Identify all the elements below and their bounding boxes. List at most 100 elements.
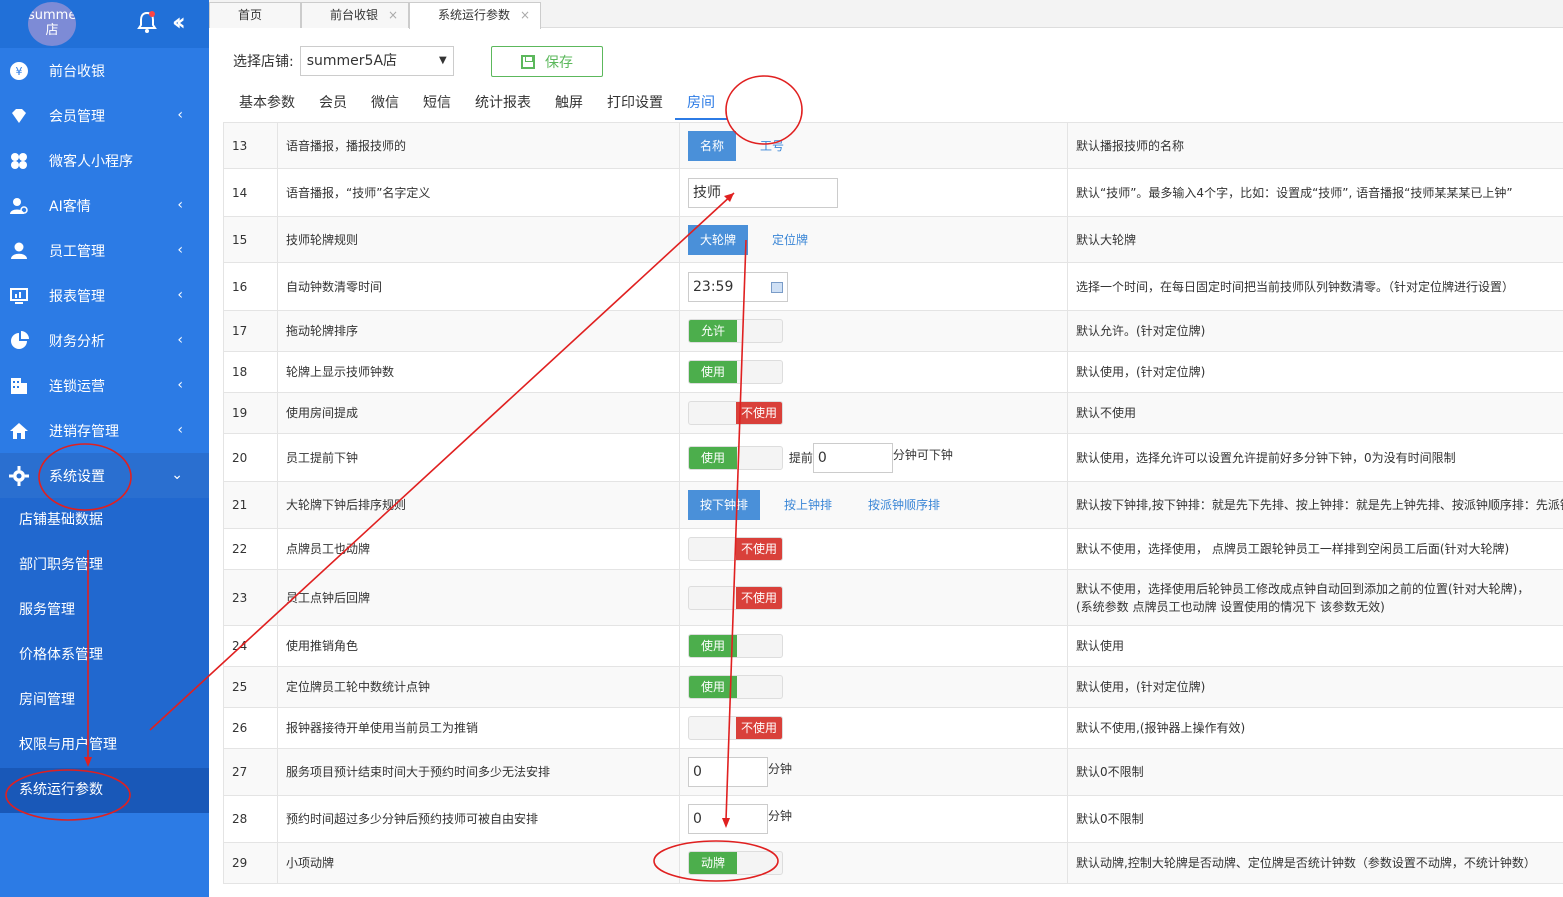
option-button[interactable]: 按派钟顺序排	[858, 496, 950, 514]
row-control: 23:59	[679, 262, 1068, 311]
subtab-5[interactable]: 统计报表	[463, 90, 543, 120]
row-description-cell: 默认允许。(针对定位牌)	[1067, 310, 1563, 352]
submenu-item-3[interactable]: 服务管理	[0, 588, 209, 633]
table-row: 20 员工提前下钟 使用 提前 0 分钟可下钟 默认使用，选择允许可以设置允许提前好多分钟…	[223, 433, 1563, 482]
minutes-input[interactable]: 0	[688, 804, 768, 834]
submenu-item-1[interactable]: 店铺基础数据	[0, 498, 209, 543]
sidebar-item-label: 连锁运营	[49, 378, 105, 395]
sidebar-item-7[interactable]: 财务分析 ‹	[0, 318, 209, 363]
sidebar-item-label: AI客情	[49, 198, 91, 215]
store-select[interactable]: summer5A店 ▼	[299, 46, 454, 76]
submenu-item-2[interactable]: 部门职务管理	[0, 543, 209, 588]
close-icon[interactable]: ×	[520, 3, 530, 27]
row-control: 0 分钟	[679, 795, 1068, 843]
row-description: 默认允许。(针对定位牌)	[1076, 324, 1206, 338]
subtab-2[interactable]: 会员	[307, 90, 359, 120]
sidebar-item-3[interactable]: 微客人小程序	[0, 138, 209, 183]
row-description: 默认动牌,控制大轮牌是否动牌、定位牌是否统计钟数（参数设置不动牌，不统计钟数）	[1076, 856, 1536, 870]
chevron-icon: ‹	[177, 197, 183, 213]
row-name: 员工提前下钟	[277, 433, 680, 482]
toggle-switch[interactable]: 使用	[688, 360, 783, 384]
subtab-6[interactable]: 触屏	[543, 90, 595, 120]
minutes-input[interactable]: 0	[688, 757, 768, 787]
row-description: 默认不使用，选择使用， 点牌员工跟轮钟员工一样排到空闲员工后面(针对大轮牌)	[1076, 542, 1510, 556]
option-button-selected[interactable]: 大轮牌	[688, 224, 749, 255]
toggle-switch[interactable]: 使用	[688, 634, 783, 658]
toggle-switch[interactable]: 不使用	[688, 585, 783, 610]
toggle-switch[interactable]: 使用	[688, 445, 783, 470]
row-number: 24	[223, 625, 278, 667]
option-button[interactable]: 按上钟排	[774, 496, 842, 514]
row-description-cell: 默认“技师”。最多输入4个字，比如：设置成“技师”, 语音播报“技师某某某已上钟…	[1067, 168, 1563, 217]
save-label: 保存	[545, 54, 573, 71]
submenu-item-7[interactable]: 系统运行参数	[0, 768, 209, 813]
option-button[interactable]: 工号	[750, 137, 794, 155]
sidebar: summer5A店 ‹‹ ¥前台收银会员管理‹ 微客人小程序 AI客情 ‹ 员工管理‹报…	[0, 0, 209, 897]
submenu-item-4[interactable]: 价格体系管理	[0, 633, 209, 678]
row-control: 使用	[679, 625, 1068, 667]
table-row: 17 拖动轮牌排序 允许 默认允许。(针对定位牌)	[223, 310, 1563, 352]
sidebar-item-8[interactable]: 连锁运营 ‹	[0, 363, 209, 408]
toggle-switch[interactable]: 使用	[688, 675, 783, 699]
sidebar-item-2[interactable]: 会员管理 ‹	[0, 93, 209, 138]
toggle-on-label: 使用	[689, 446, 737, 469]
time-input[interactable]: 23:59	[688, 271, 788, 302]
diamond-icon	[8, 105, 30, 127]
close-icon[interactable]: ×	[388, 3, 398, 27]
row-name: 大轮牌下钟后排序规则	[277, 481, 680, 529]
minutes-input[interactable]: 0	[812, 442, 893, 473]
sidebar-item-9[interactable]: 进销存管理 ‹	[0, 408, 209, 453]
row-description-cell: 默认使用	[1067, 625, 1563, 667]
toggle-switch[interactable]: 不使用	[688, 716, 783, 740]
option-button-selected[interactable]: 按下钟排	[688, 490, 761, 520]
row-number: 17	[223, 310, 278, 352]
submenu-item-5[interactable]: 房间管理	[0, 678, 209, 723]
row-number: 25	[223, 666, 278, 708]
sidebar-item-6[interactable]: 报表管理 ‹	[0, 273, 209, 318]
table-row: 24 使用推销角色 使用 默认使用	[223, 625, 1563, 667]
sidebar-item-label: 微客人小程序	[49, 153, 133, 170]
sidebar-item-1[interactable]: ¥ 前台收银	[0, 48, 209, 93]
toggle-switch[interactable]: 不使用	[688, 537, 783, 561]
row-description: 默认使用	[1076, 639, 1125, 653]
row-name: 语音播报，“技师”名字定义	[277, 168, 680, 217]
subtab-8[interactable]: 房间	[675, 90, 727, 120]
table-row: 28 预约时间超过多少分钟后预约技师可被自由安排 0 分钟 默认0不限制	[223, 795, 1563, 843]
calendar-icon[interactable]	[771, 281, 783, 293]
store-avatar[interactable]: summer5A店	[28, 2, 76, 46]
subtab-4[interactable]: 短信	[411, 90, 463, 120]
store-value: summer5A店	[306, 53, 398, 69]
row-description-cell: 选择一个时间，在每日固定时间把当前技师队列钟数清零。（针对定位牌进行设置）	[1067, 262, 1563, 311]
sidebar-item-label: 财务分析	[49, 333, 105, 350]
sidebar-item-5[interactable]: 员工管理 ‹	[0, 228, 209, 273]
save-button[interactable]: 保存	[491, 46, 603, 77]
toggle-switch[interactable]: 不使用	[688, 401, 783, 425]
tab-cashier[interactable]: 前台收银 ×	[301, 2, 409, 28]
row-description: 默认使用，(针对定位牌)	[1076, 365, 1206, 379]
tab-home[interactable]: 首页	[209, 2, 301, 28]
toggle-switch[interactable]: 允许	[688, 319, 783, 343]
row-description: 默认播报技师的名称	[1076, 138, 1185, 153]
sidebar-item-10[interactable]: 系统设置 ⌄	[0, 453, 209, 498]
submenu-item-6[interactable]: 权限与用户管理	[0, 723, 209, 768]
option-button-selected[interactable]: 名称	[688, 130, 737, 161]
bell-icon[interactable]	[136, 10, 158, 34]
notification-dot	[149, 11, 155, 17]
option-button[interactable]: 定位牌	[762, 231, 818, 249]
toggle-on-label: 允许	[689, 320, 737, 342]
text-input[interactable]: 技师	[688, 177, 838, 208]
subtab-1[interactable]: 基本参数	[227, 90, 307, 120]
row-description-cell: 默认动牌,控制大轮牌是否动牌、定位牌是否统计钟数（参数设置不动牌，不统计钟数）	[1067, 842, 1563, 884]
toggle-on-label: 使用	[689, 635, 737, 657]
pie-chart-icon	[8, 330, 30, 352]
sidebar-item-4[interactable]: AI客情 ‹	[0, 183, 209, 228]
table-row: 29 小项动牌 动牌 默认动牌,控制大轮牌是否动牌、定位牌是否统计钟数（参数设置不动牌…	[223, 842, 1563, 884]
subtab-3[interactable]: 微信	[359, 90, 411, 120]
row-name: 点牌员工也动牌	[277, 528, 680, 570]
tab-system-params[interactable]: 系统运行参数 ×	[409, 2, 541, 29]
subtab-7[interactable]: 打印设置	[595, 90, 675, 120]
row-number: 16	[223, 262, 278, 311]
toggle-switch[interactable]: 动牌	[688, 851, 783, 875]
floppy-disk-icon	[521, 54, 535, 69]
collapse-sidebar-icon[interactable]: ‹‹	[172, 8, 186, 36]
